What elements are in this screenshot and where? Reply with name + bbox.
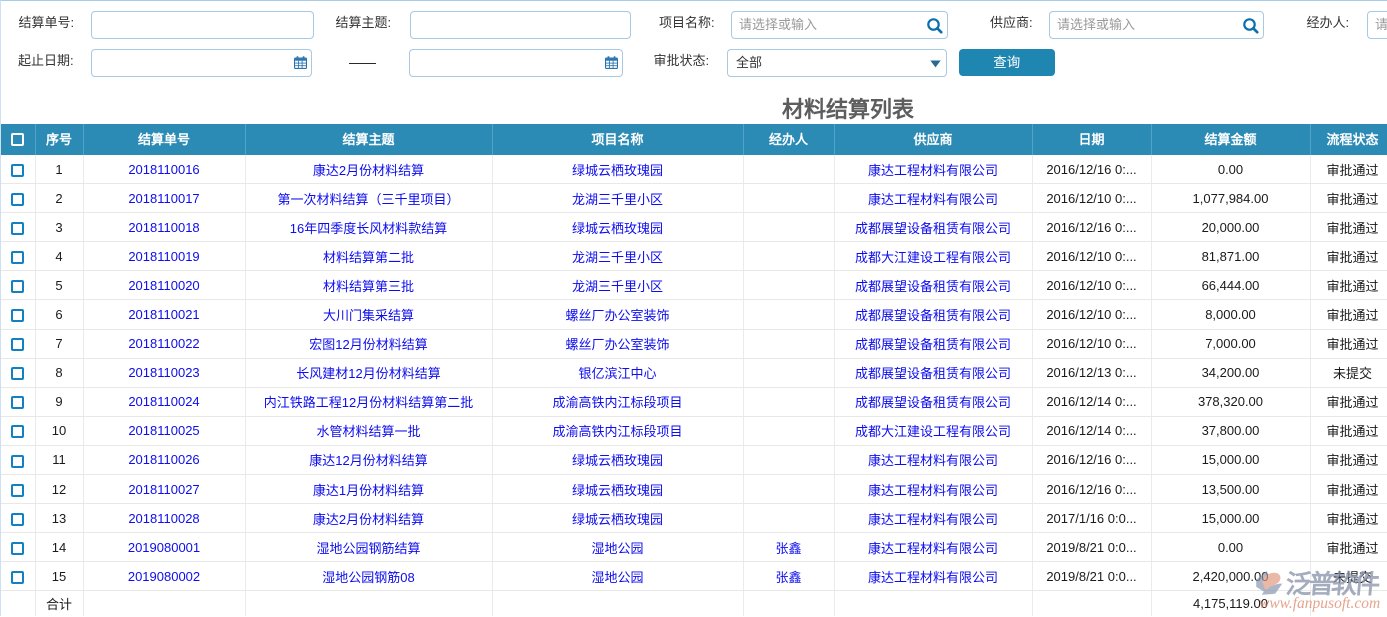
svg-text:www.fanpusoft.com: www.fanpusoft.com xyxy=(1259,595,1380,612)
